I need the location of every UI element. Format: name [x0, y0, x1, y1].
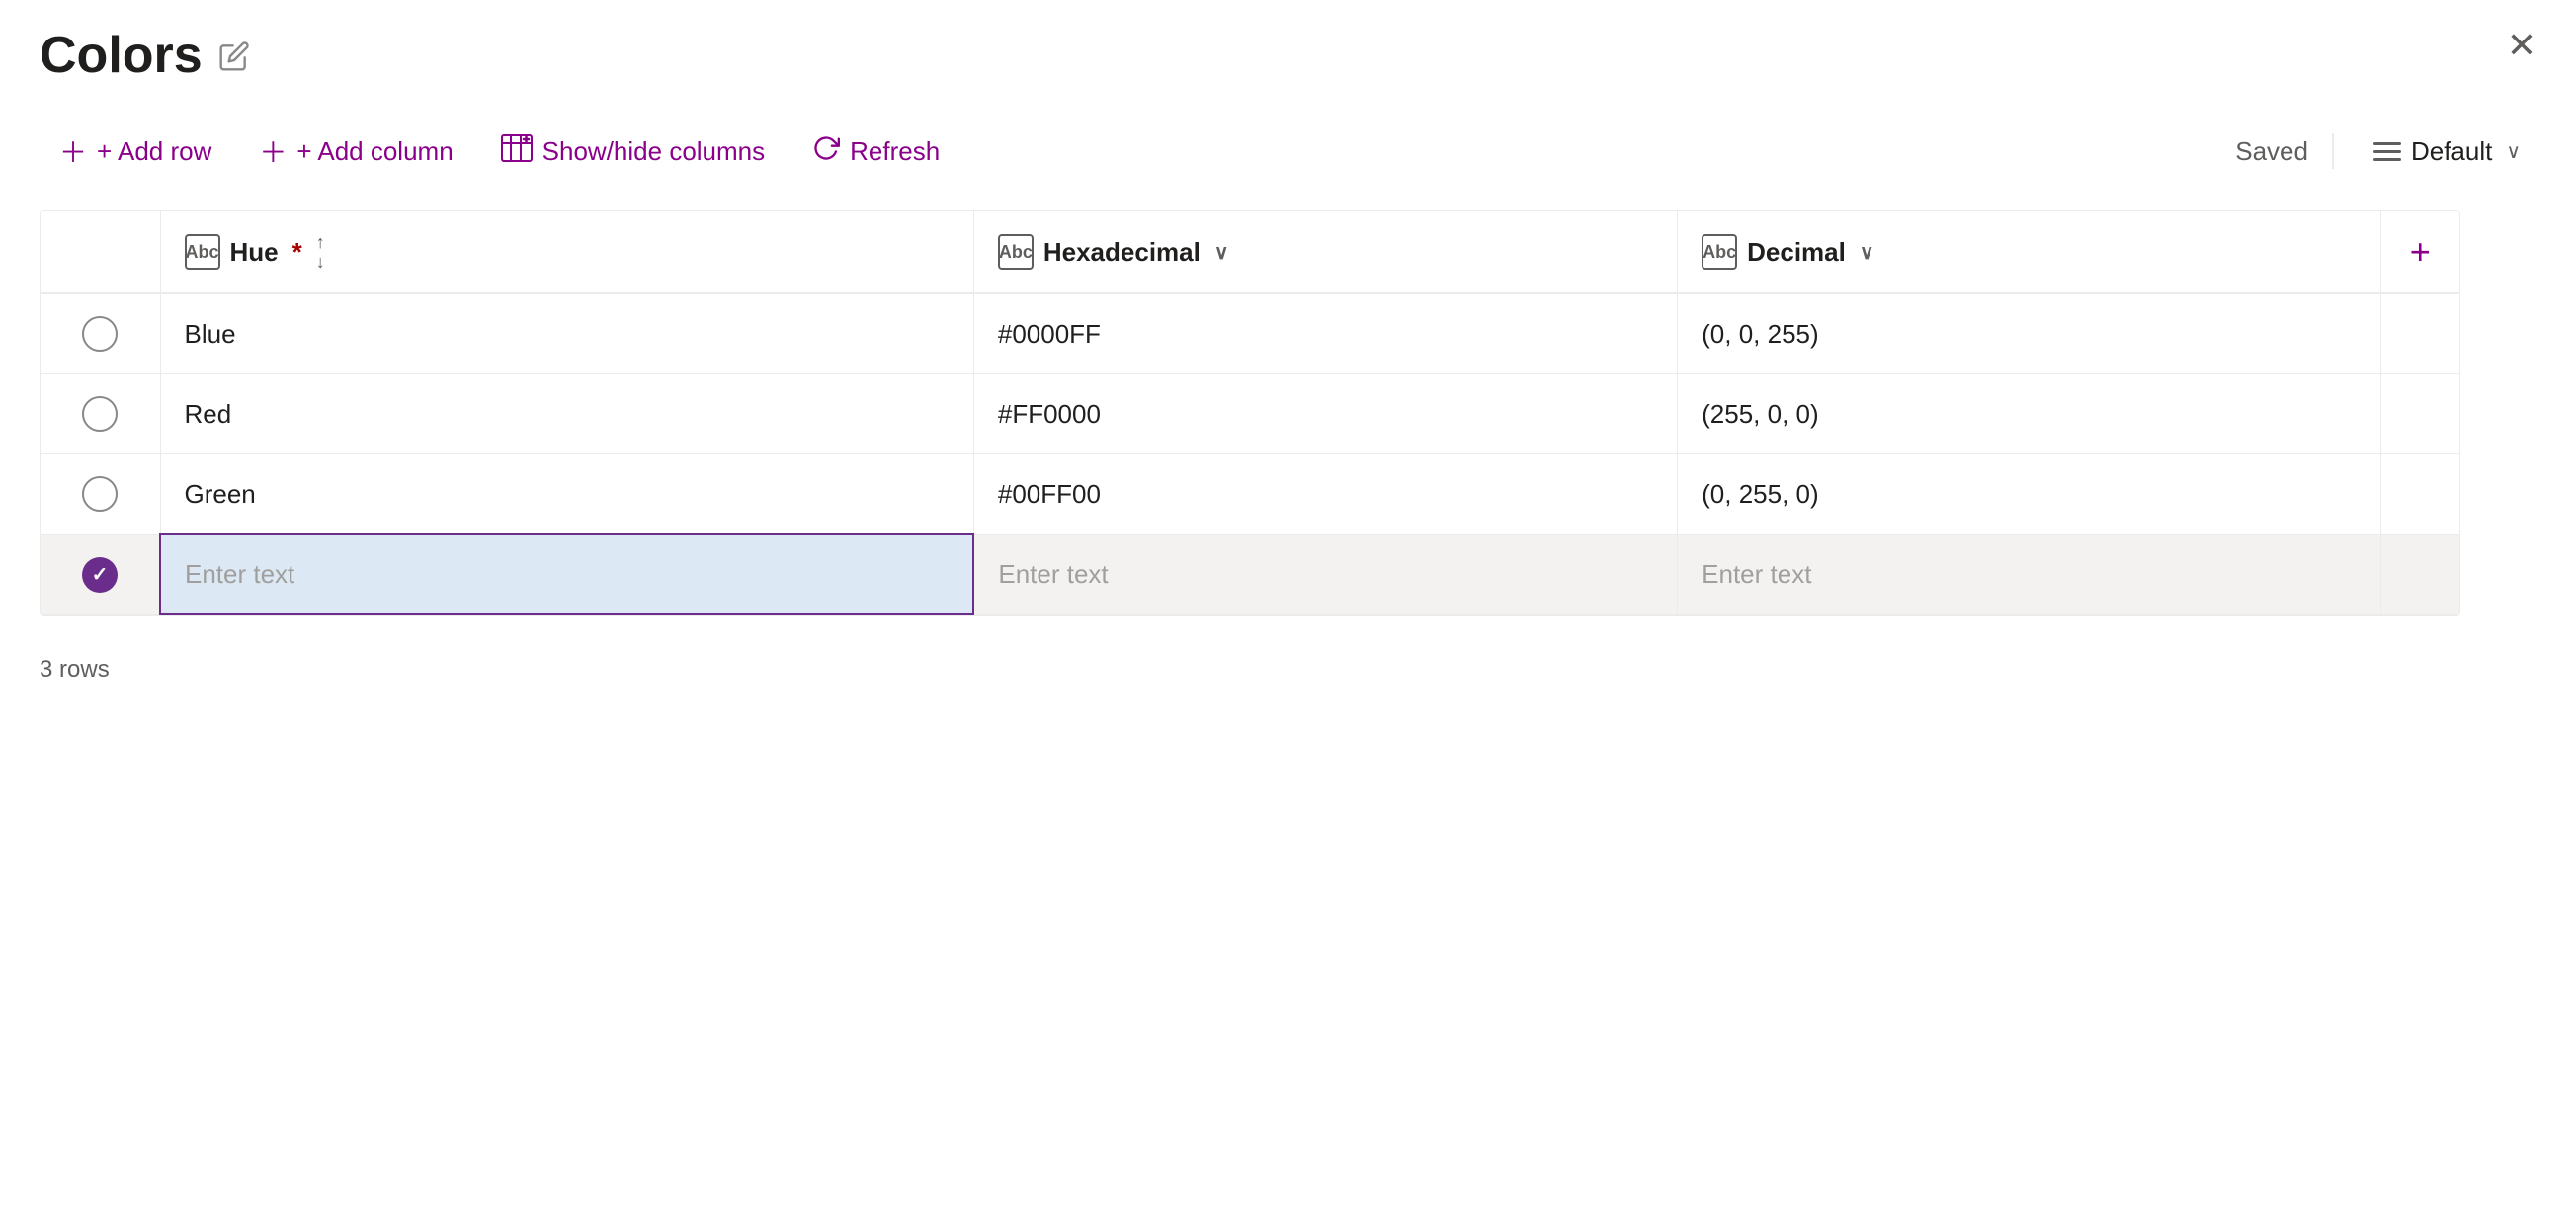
td-decimal-green: (0, 255, 0): [1678, 454, 2380, 535]
show-hide-label: Show/hide columns: [542, 136, 765, 167]
default-view-button[interactable]: Default ∨: [2358, 126, 2536, 177]
td-empty-blue: [2380, 293, 2459, 374]
decimal-value-blue: (0, 0, 255): [1702, 319, 1819, 350]
row-select-radio-new-checked[interactable]: [82, 557, 118, 593]
refresh-label: Refresh: [850, 136, 940, 167]
td-select-red: [41, 374, 160, 454]
saved-status: Saved: [2235, 136, 2308, 167]
hue-enter-text-placeholder: Enter text: [185, 559, 294, 590]
table-header-row: Abc Hue * ↑ ↓ Abc Hexad: [41, 211, 2459, 293]
hex-value-green: #00FF00: [998, 479, 1101, 510]
toolbar-right: Saved Default ∨: [2235, 126, 2536, 177]
decimal-filter-icon[interactable]: ∨: [1860, 240, 1874, 265]
title-row: Colors: [40, 28, 2536, 84]
td-select-new: [41, 534, 160, 614]
chevron-down-icon: ∨: [2506, 139, 2521, 164]
td-empty-red: [2380, 374, 2459, 454]
close-icon[interactable]: ✕: [2507, 28, 2536, 63]
refresh-button[interactable]: Refresh: [792, 122, 959, 181]
td-hue-blue: Blue: [160, 293, 973, 374]
add-column-button[interactable]: ＋ + Add column: [239, 120, 472, 183]
td-hex-new: Enter text: [973, 534, 1677, 614]
td-hex-green: #00FF00: [973, 454, 1677, 535]
td-hue-green: Green: [160, 454, 973, 535]
td-select-blue: [41, 293, 160, 374]
hex-filter-icon[interactable]: ∨: [1214, 240, 1229, 265]
toolbar: ＋ + Add row ＋ + Add column Show/hide col…: [40, 120, 2536, 183]
td-empty-new: [2380, 534, 2459, 614]
row-select-radio-red[interactable]: [82, 396, 118, 432]
decimal-type-icon: Abc: [1702, 234, 1737, 270]
decimal-value-red: (255, 0, 0): [1702, 399, 1819, 430]
td-hex-blue: #0000FF: [973, 293, 1677, 374]
th-hue: Abc Hue * ↑ ↓: [160, 211, 973, 293]
th-decimal: Abc Decimal ∨: [1678, 211, 2380, 293]
td-hex-red: #FF0000: [973, 374, 1677, 454]
hue-type-icon: Abc: [185, 234, 220, 270]
hue-sort-icons[interactable]: ↑ ↓: [316, 233, 325, 271]
hue-value-green: Green: [185, 479, 256, 510]
default-view-label: Default: [2411, 136, 2492, 167]
td-hue-red: Red: [160, 374, 973, 454]
row-count-label: 3 rows: [40, 656, 110, 683]
hamburger-icon: [2373, 142, 2401, 161]
refresh-icon: [812, 134, 840, 169]
th-add-column: +: [2380, 211, 2459, 293]
hex-type-icon: Abc: [998, 234, 1034, 270]
table-row: Red #FF0000 (255, 0, 0): [41, 374, 2459, 454]
row-count-footer: 3 rows: [40, 656, 2536, 684]
page-title: Colors: [40, 28, 203, 84]
td-decimal-blue: (0, 0, 255): [1678, 293, 2380, 374]
th-select: [41, 211, 160, 293]
row-select-radio-blue[interactable]: [82, 316, 118, 352]
toolbar-divider: [2332, 133, 2334, 169]
hex-enter-text-placeholder: Enter text: [998, 559, 1108, 590]
td-empty-green: [2380, 454, 2459, 535]
table-row: Blue #0000FF (0, 0, 255): [41, 293, 2459, 374]
td-hue-new[interactable]: Enter text: [160, 534, 973, 614]
th-hex-label: Hexadecimal: [1043, 237, 1201, 268]
td-decimal-new: Enter text: [1678, 534, 2380, 614]
decimal-value-green: (0, 255, 0): [1702, 479, 1819, 510]
decimal-enter-text-placeholder: Enter text: [1702, 559, 1811, 590]
hue-value-red: Red: [185, 399, 232, 430]
th-hue-label: Hue: [230, 237, 279, 268]
th-decimal-label: Decimal: [1747, 237, 1846, 268]
table-row: Green #00FF00 (0, 255, 0): [41, 454, 2459, 535]
th-hexadecimal: Abc Hexadecimal ∨: [973, 211, 1677, 293]
show-hide-icon: [501, 134, 533, 169]
hue-required-indicator: *: [292, 237, 302, 268]
add-row-icon: ＋: [59, 131, 87, 171]
edit-icon[interactable]: [218, 40, 250, 72]
td-select-green: [41, 454, 160, 535]
data-table: Abc Hue * ↑ ↓ Abc Hexad: [40, 210, 2460, 616]
add-column-header-button[interactable]: +: [2405, 231, 2437, 273]
td-decimal-red: (255, 0, 0): [1678, 374, 2380, 454]
add-row-label: + Add row: [97, 136, 211, 167]
add-row-button[interactable]: ＋ + Add row: [40, 120, 231, 183]
add-column-label: + Add column: [296, 136, 453, 167]
hex-value-red: #FF0000: [998, 399, 1101, 430]
hue-value-blue: Blue: [185, 319, 236, 350]
sort-descending-icon[interactable]: ↓: [316, 253, 325, 271]
sort-ascending-icon[interactable]: ↑: [316, 233, 325, 251]
hex-value-blue: #0000FF: [998, 319, 1101, 350]
new-row: Enter text Enter text Enter text: [41, 534, 2459, 614]
add-column-icon: ＋: [259, 131, 287, 171]
show-hide-columns-button[interactable]: Show/hide columns: [481, 122, 785, 181]
row-select-radio-green[interactable]: [82, 476, 118, 512]
